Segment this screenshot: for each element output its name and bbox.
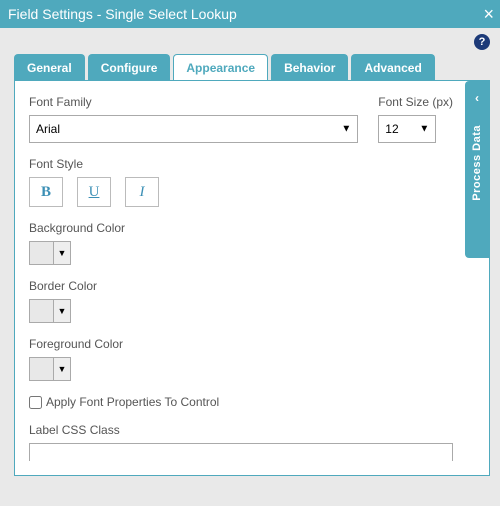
font-size-label: Font Size (px) [378, 95, 453, 109]
chevron-down-icon: ▼ [341, 124, 351, 135]
fg-color-label: Foreground Color [29, 337, 453, 351]
border-color-picker[interactable]: ▼ [29, 299, 71, 323]
border-color-swatch [30, 300, 54, 322]
titlebar: Field Settings - Single Select Lookup × [0, 0, 500, 28]
tab-appearance[interactable]: Appearance [173, 54, 268, 81]
apply-font-row: Apply Font Properties To Control [29, 395, 453, 409]
chevron-down-icon: ▼ [54, 300, 70, 322]
tab-general[interactable]: General [14, 54, 85, 81]
tab-advanced[interactable]: Advanced [351, 54, 434, 81]
apply-font-checkbox[interactable] [29, 396, 42, 409]
apply-font-label: Apply Font Properties To Control [46, 395, 219, 409]
tab-behavior[interactable]: Behavior [271, 54, 348, 81]
font-style-label: Font Style [29, 157, 453, 171]
font-family-value: Arial [36, 122, 60, 136]
underline-button[interactable]: U [77, 177, 111, 207]
bg-color-picker[interactable]: ▼ [29, 241, 71, 265]
font-size-select[interactable]: 12 ▼ [378, 115, 436, 143]
help-icon[interactable]: ? [474, 34, 490, 50]
bg-color-label: Background Color [29, 221, 453, 235]
font-style-buttons: B U I [29, 177, 453, 207]
font-size-value: 12 [385, 122, 398, 136]
process-data-panel-toggle[interactable]: ‹ Process Data [465, 81, 489, 258]
border-color-label: Border Color [29, 279, 453, 293]
field-settings-dialog: Field Settings - Single Select Lookup × … [0, 0, 500, 506]
font-family-label: Font Family [29, 95, 358, 109]
tab-panel: Font Family Arial ▼ Font Size (px) 12 ▼ [14, 80, 490, 476]
fg-color-swatch [30, 358, 54, 380]
fg-color-picker[interactable]: ▼ [29, 357, 71, 381]
chevron-left-icon: ‹ [475, 91, 479, 105]
close-icon[interactable]: × [483, 0, 494, 28]
label-css-class-input[interactable] [29, 443, 453, 461]
chevron-down-icon: ▼ [54, 358, 70, 380]
chevron-down-icon: ▼ [419, 124, 429, 135]
content-area: General Configure Appearance Behavior Ad… [14, 54, 490, 476]
process-data-label: Process Data [471, 125, 483, 201]
dialog-title: Field Settings - Single Select Lookup [8, 6, 237, 22]
bg-color-swatch [30, 242, 54, 264]
font-family-select[interactable]: Arial ▼ [29, 115, 358, 143]
tab-configure[interactable]: Configure [88, 54, 171, 81]
label-css-class-label: Label CSS Class [29, 423, 453, 437]
tab-strip: General Configure Appearance Behavior Ad… [14, 54, 490, 81]
appearance-form: Font Family Arial ▼ Font Size (px) 12 ▼ [29, 95, 453, 461]
chevron-down-icon: ▼ [54, 242, 70, 264]
bold-button[interactable]: B [29, 177, 63, 207]
italic-button[interactable]: I [125, 177, 159, 207]
